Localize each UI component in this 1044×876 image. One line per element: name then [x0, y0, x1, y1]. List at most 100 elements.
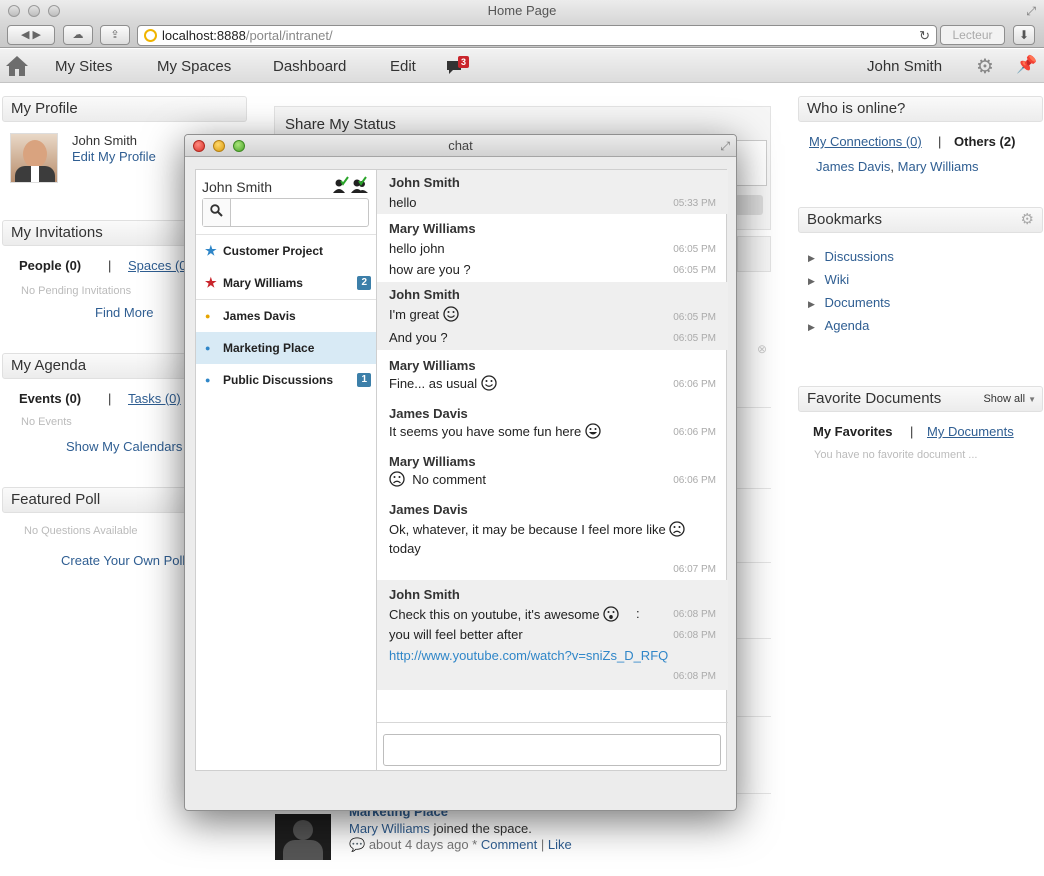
bookmark-item-agenda[interactable]: ▶ Agenda	[808, 318, 869, 333]
activity-user-link[interactable]: Mary Williams	[349, 821, 430, 836]
bookmark-link[interactable]: Documents	[825, 295, 891, 310]
activity-divider	[737, 638, 771, 639]
message-line: Check this on youtube, it's awesome	[389, 606, 619, 622]
status-users-icon[interactable]	[332, 176, 370, 194]
avatar[interactable]	[10, 133, 58, 183]
message-text: No comment	[412, 472, 486, 487]
url-path: /portal/intranet/	[245, 28, 333, 43]
edit-profile-link[interactable]: Edit My Profile	[72, 149, 156, 164]
close-window-icon[interactable]	[8, 5, 20, 17]
contact-james-davis[interactable]: ● James Davis	[196, 300, 376, 332]
youtube-link[interactable]: http://www.youtube.com/watch?v=sniZs_D_R…	[389, 648, 668, 663]
agenda-tasks-tab[interactable]: Tasks (0)	[128, 391, 181, 406]
bookmark-item-discussions[interactable]: ▶ Discussions	[808, 249, 894, 264]
smile-icon	[443, 306, 459, 322]
bookmark-link[interactable]: Agenda	[825, 318, 870, 333]
zoom-window-icon[interactable]	[48, 5, 60, 17]
message-time: 06:08 PM	[673, 671, 716, 682]
comment-link[interactable]: Comment	[481, 837, 537, 852]
show-calendars-link[interactable]: Show My Calendars	[66, 439, 182, 454]
my-favorites-tab[interactable]: My Favorites	[813, 424, 892, 439]
message-line: No comment	[389, 471, 486, 487]
contact-marketing-place[interactable]: ● Marketing Place	[196, 332, 376, 364]
minimize-window-icon[interactable]	[28, 5, 40, 17]
bookmark-link[interactable]: Wiki	[825, 272, 850, 287]
message-group: John Smith hello 05:33 PM	[377, 170, 728, 214]
search-icon	[203, 199, 231, 226]
status-textarea[interactable]	[735, 140, 767, 186]
cloud-icon[interactable]: ☁	[63, 25, 93, 45]
surprised-icon	[603, 606, 619, 622]
bookmarks-settings-icon[interactable]: ⚙	[1021, 208, 1034, 232]
message-author: John Smith	[389, 175, 460, 190]
contact-name: Marketing Place	[223, 341, 315, 355]
caret-down-icon: ▼	[1028, 395, 1036, 404]
comment-icon: 💬	[349, 837, 366, 852]
url-host: localhost:8888	[162, 28, 246, 43]
my-connections-tab[interactable]: My Connections (0)	[809, 134, 922, 149]
contact-mary-williams[interactable]: ★ Mary Williams 2	[196, 267, 376, 299]
contact-name: Customer Project	[223, 244, 324, 258]
online-user-james[interactable]: James Davis	[816, 159, 890, 174]
browser-titlebar: Home Page ⤢	[0, 0, 1044, 22]
contact-customer-project[interactable]: ★ Customer Project	[196, 235, 376, 267]
bookmark-link[interactable]: Discussions	[825, 249, 894, 264]
arrow-right-icon: ▶	[808, 299, 815, 309]
address-bar[interactable]: localhost:8888/portal/intranet/ ↻	[137, 25, 937, 46]
message-line: Fine... as usual	[389, 375, 497, 391]
others-tab[interactable]: Others (2)	[954, 134, 1015, 149]
invitations-people-tab[interactable]: People (0)	[19, 258, 81, 273]
dismiss-icon[interactable]: ⊗	[757, 342, 767, 356]
action-separator: |	[540, 837, 545, 852]
online-users: James Davis, Mary Williams	[816, 159, 979, 174]
home-icon[interactable]	[5, 55, 29, 77]
bookmark-item-wiki[interactable]: ▶ Wiki	[808, 272, 849, 287]
reader-button[interactable]: Lecteur	[940, 25, 1005, 45]
nav-my-spaces[interactable]: My Spaces	[157, 49, 231, 83]
activity-action: joined the space.	[433, 821, 532, 836]
download-icon[interactable]: ⬇	[1013, 25, 1035, 45]
my-documents-tab[interactable]: My Documents	[927, 424, 1014, 439]
chat-close-icon[interactable]	[193, 140, 205, 152]
back-forward-buttons[interactable]: ◀ ▶	[7, 25, 55, 45]
message-time: 05:33 PM	[673, 198, 716, 209]
pin-icon[interactable]: 📌	[1016, 55, 1037, 75]
message-text: today	[389, 541, 421, 556]
sad-icon	[669, 521, 686, 537]
contact-search-input[interactable]	[202, 198, 369, 227]
share-button[interactable]	[735, 195, 763, 215]
show-all-dropdown[interactable]: Show all ▼	[983, 387, 1036, 412]
nav-dashboard[interactable]: Dashboard	[273, 49, 346, 83]
window-title: Home Page	[487, 3, 557, 18]
find-more-link[interactable]: Find More	[95, 305, 154, 320]
message-time: 06:07 PM	[673, 564, 716, 575]
reload-icon[interactable]: ↻	[919, 26, 930, 45]
message-time: 06:06 PM	[673, 427, 716, 438]
nav-edit[interactable]: Edit	[390, 49, 416, 83]
contact-public-discussions[interactable]: ● Public Discussions 1	[196, 364, 376, 396]
smile-icon	[481, 375, 497, 391]
fullscreen-icon[interactable]: ⤢	[1026, 0, 1036, 22]
like-link[interactable]: Like	[548, 837, 572, 852]
bookmark-item-documents[interactable]: ▶ Documents	[808, 295, 890, 310]
online-user-mary[interactable]: Mary Williams	[898, 159, 979, 174]
create-poll-link[interactable]: Create Your Own Poll	[61, 553, 185, 568]
message-time: 06:06 PM	[673, 379, 716, 390]
message-time: 06:05 PM	[673, 333, 716, 344]
space-avatar[interactable]	[275, 814, 331, 860]
share-icon[interactable]: ⇪	[100, 25, 130, 45]
chat-fullscreen-icon[interactable]: ⤢	[720, 135, 730, 157]
nav-user-name[interactable]: John Smith	[867, 49, 942, 83]
chat-minimize-icon[interactable]	[213, 140, 225, 152]
comma: ,	[890, 159, 895, 174]
arrow-right-icon: ▶	[808, 253, 815, 263]
invitations-spaces-tab[interactable]: Spaces (0)	[128, 258, 191, 273]
agenda-events-tab[interactable]: Events (0)	[19, 391, 81, 406]
nav-my-sites[interactable]: My Sites	[55, 49, 113, 83]
who-is-online-header: Who is online?	[798, 96, 1043, 122]
gear-icon[interactable]: ⚙	[976, 54, 994, 79]
message-input[interactable]	[383, 734, 721, 766]
chat-zoom-icon[interactable]	[233, 140, 245, 152]
chat-user-name[interactable]: John Smith	[202, 179, 272, 195]
contact-name: James Davis	[223, 309, 296, 323]
